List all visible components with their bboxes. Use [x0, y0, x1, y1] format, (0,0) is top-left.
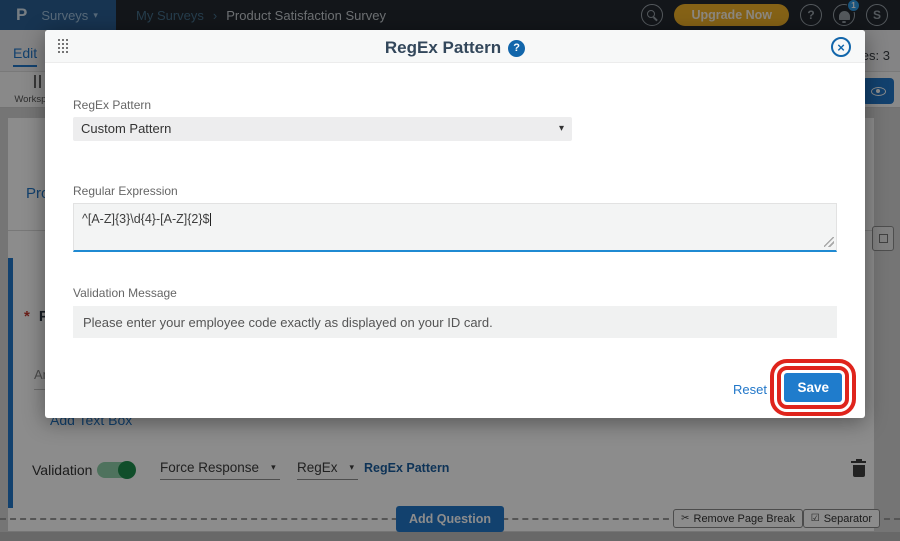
modal-help-icon[interactable]: ? [508, 39, 526, 57]
annotation-highlight-ring: Save [770, 359, 856, 416]
resize-grip-icon[interactable] [824, 237, 834, 247]
modal-title: RegEx Pattern ? [45, 38, 865, 58]
message-field-label: Validation Message [73, 286, 177, 300]
regex-field-label: Regular Expression [73, 184, 178, 198]
survey-builder-app: P Surveys ▾ My Surveys › Product Satisfa… [0, 0, 900, 541]
close-button[interactable]: × [831, 37, 851, 57]
regex-pattern-modal: RegEx Pattern ? × RegEx Pattern Custom P… [45, 30, 865, 418]
save-button[interactable]: Save [784, 373, 842, 402]
pattern-field-label: RegEx Pattern [73, 98, 152, 112]
text-cursor [210, 213, 212, 226]
save-button-zone: Save [770, 359, 856, 416]
chevron-down-icon: ▾ [558, 123, 564, 134]
validation-message-input[interactable] [73, 306, 837, 338]
reset-link[interactable]: Reset [733, 382, 767, 397]
regex-textarea[interactable]: ^[A-Z]{3}\d{4}-[A-Z]{2}$ [73, 203, 837, 252]
modal-title-text: RegEx Pattern [384, 38, 502, 57]
pattern-selected-value: Custom Pattern [81, 121, 172, 136]
pattern-select[interactable]: Custom Pattern ▾ [73, 117, 572, 141]
regex-value: ^[A-Z]{3}\d{4}-[A-Z]{2}$ [82, 212, 210, 226]
close-icon: × [837, 39, 845, 55]
